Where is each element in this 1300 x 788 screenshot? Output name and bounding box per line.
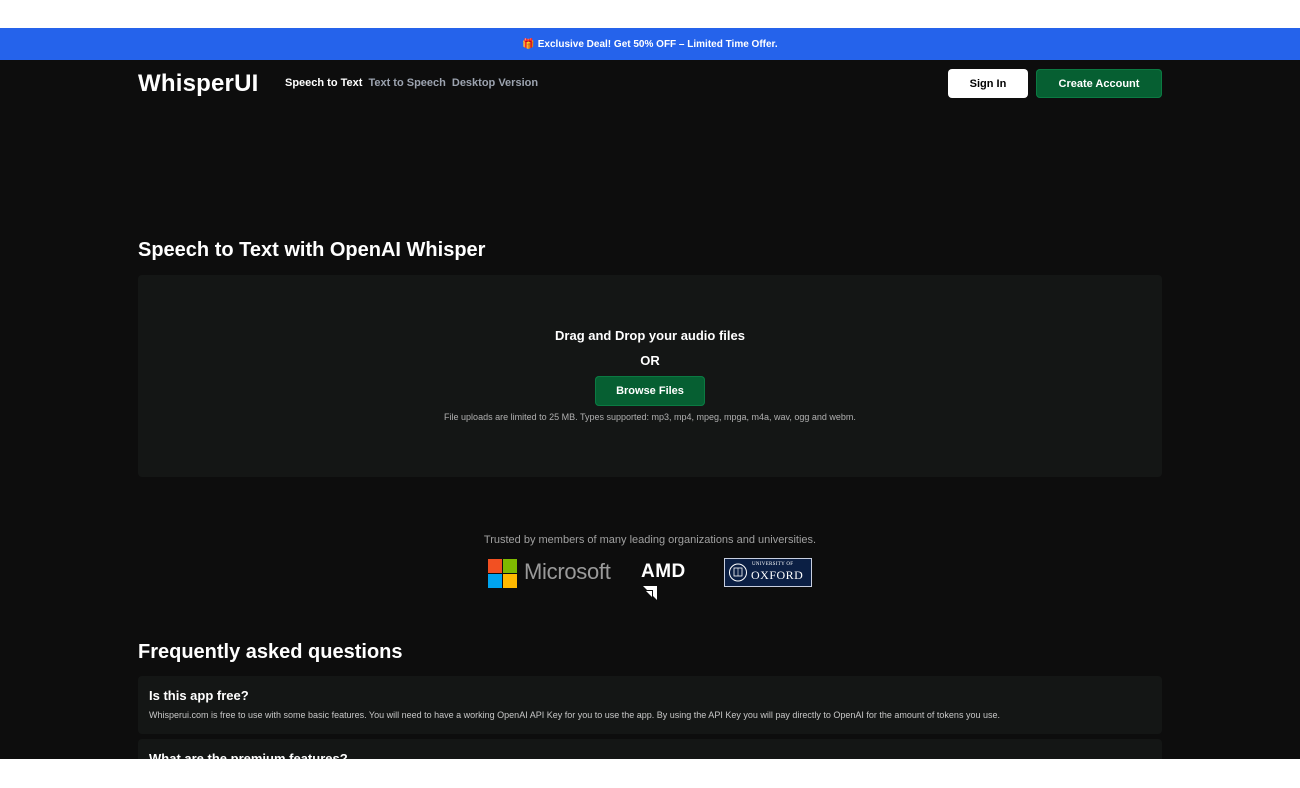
faq-answer: Whisperui.com is free to use with some b…: [149, 710, 1000, 720]
faq-question: Is this app free?: [149, 688, 249, 703]
app-page: WhisperUI Speech to Text Text to Speech …: [0, 60, 1300, 759]
nav-links: Speech to Text Text to Speech Desktop Ve…: [285, 77, 538, 89]
oxford-university-of: UNIVERSITY OF: [752, 562, 794, 567]
drop-zone-heading: Drag and Drop your audio files: [555, 328, 745, 343]
faq-item[interactable]: Is this app free? Whisperui.com is free …: [138, 676, 1162, 734]
gift-icon: 🎁: [522, 38, 535, 50]
faq-title: Frequently asked questions: [138, 641, 403, 663]
file-drop-zone[interactable]: Drag and Drop your audio files OR Browse…: [138, 275, 1162, 477]
nav-link-desktop-version[interactable]: Desktop Version: [452, 77, 538, 89]
faq-item[interactable]: What are the premium features?: [138, 739, 1162, 759]
faq-question: What are the premium features?: [149, 751, 348, 759]
promo-banner[interactable]: 🎁 Exclusive Deal! Get 50% OFF – Limited …: [0, 28, 1300, 60]
amd-arrow-icon: [643, 586, 657, 600]
amd-logo: AMD: [641, 561, 686, 605]
create-account-button[interactable]: Create Account: [1036, 69, 1162, 98]
microsoft-grid-icon: [488, 559, 517, 588]
page-title: Speech to Text with OpenAI Whisper: [138, 239, 486, 261]
sign-in-button[interactable]: Sign In: [948, 69, 1028, 98]
oxford-logo: UNIVERSITY OF OXFORD: [724, 558, 812, 587]
logo[interactable]: WhisperUI: [138, 70, 258, 98]
trusted-by-text: Trusted by members of many leading organ…: [483, 534, 817, 546]
microsoft-logo: Microsoft: [488, 558, 626, 588]
drop-zone-or: OR: [640, 353, 660, 368]
top-nav: WhisperUI Speech to Text Text to Speech …: [138, 68, 1162, 100]
oxford-wordmark: OXFORD: [751, 568, 804, 582]
oxford-crest-icon: [729, 563, 747, 582]
promo-banner-text: Exclusive Deal! Get 50% OFF – Limited Ti…: [537, 38, 778, 50]
nav-link-speech-to-text[interactable]: Speech to Text: [285, 77, 362, 89]
browse-files-button[interactable]: Browse Files: [595, 376, 705, 406]
nav-link-text-to-speech[interactable]: Text to Speech: [368, 77, 445, 89]
upload-limits-note: File uploads are limited to 25 MB. Types…: [444, 412, 856, 422]
amd-wordmark: AMD: [641, 561, 686, 582]
microsoft-wordmark: Microsoft: [524, 559, 611, 584]
